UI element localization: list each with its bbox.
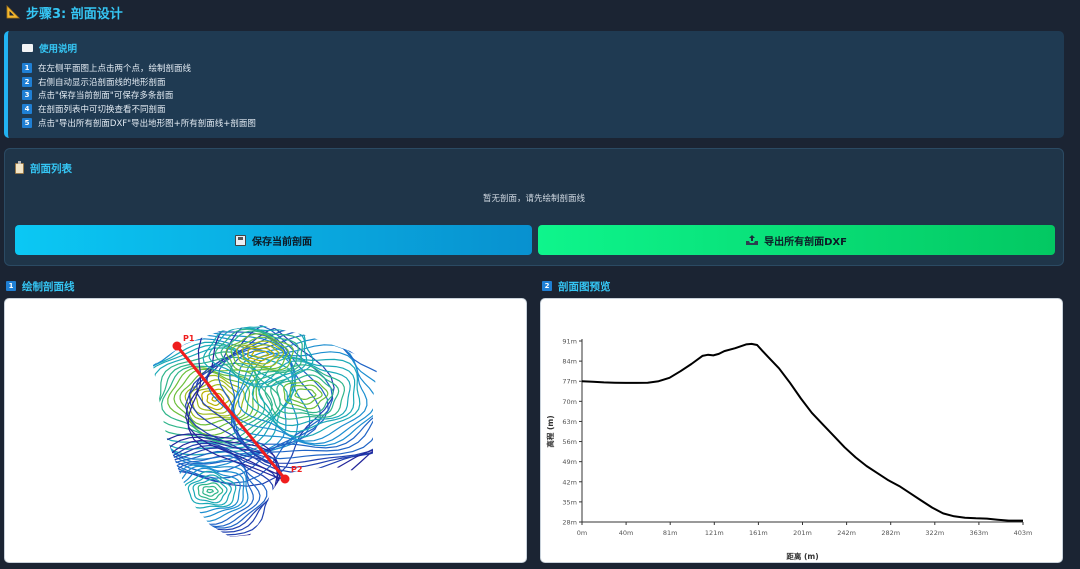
number-4-icon: 4: [22, 103, 32, 114]
x-tick-label: 121m: [705, 529, 724, 537]
contour-line: [173, 465, 245, 518]
x-tick-label: 322m: [925, 529, 944, 537]
y-tick-label: 56m: [562, 438, 577, 446]
contour-lines: [153, 325, 377, 537]
number-3-icon: 3: [22, 90, 32, 101]
point-p2-label: P2: [291, 465, 302, 474]
y-axis-label: 高程 (m): [545, 415, 555, 447]
page-title: 步骤3: 剖面设计: [26, 6, 123, 22]
instructions-title: 使用说明: [39, 44, 78, 55]
y-tick-label: 84m: [562, 358, 577, 366]
x-tick-label: 242m: [837, 529, 856, 537]
y-tick-label: 49m: [562, 458, 577, 466]
number-1-icon: 1: [6, 281, 16, 291]
y-tick-label: 35m: [562, 498, 577, 506]
x-tick-label: 201m: [793, 529, 812, 537]
x-tick-label: 161m: [749, 529, 768, 537]
point-p2-marker[interactable]: [280, 474, 290, 484]
draw-section-title: 绘制剖面线: [22, 280, 75, 293]
instruction-item: 3 点击"保存当前剖面"可保存多条剖面: [22, 88, 1050, 102]
profile-list-title: 剖面列表: [30, 163, 72, 175]
y-tick-label: 63m: [562, 418, 577, 426]
contour-line: [188, 325, 377, 469]
number-2-icon: 2: [22, 76, 32, 87]
profile-series-line: [581, 342, 1023, 522]
profile-chart-card: 28m 35m 42m 49m 56m 63m 70m 77m 84m 91m 0m 40m 81m 12…: [540, 298, 1063, 563]
instruction-text: 点击"保存当前剖面"可保存多条剖面: [38, 91, 174, 102]
x-tick-label: 282m: [881, 529, 900, 537]
y-tick-label: 91m: [562, 338, 577, 346]
save-profile-button[interactable]: 保存当前剖面: [15, 225, 532, 255]
number-1-icon: 1: [22, 62, 32, 73]
instruction-text: 右侧自动显示沿剖面线的地形剖面: [38, 77, 166, 88]
point-p1-marker[interactable]: [172, 341, 182, 351]
book-icon: [22, 44, 33, 52]
preview-section-header: 2 剖面图预览: [542, 279, 611, 293]
floppy-disk-icon: [235, 234, 246, 246]
y-tick-label: 77m: [562, 378, 577, 386]
instruction-item: 5 点击"导出所有剖面DXF"导出地形图+所有剖面线+剖面图: [22, 116, 1050, 130]
x-tick-label: 0m: [577, 529, 587, 537]
x-tick-label: 40m: [619, 529, 634, 537]
save-profile-label: 保存当前剖面: [252, 236, 312, 248]
contour-line: [251, 350, 270, 358]
ruler-triangle-icon: [6, 5, 20, 19]
number-5-icon: 5: [22, 117, 32, 128]
contour-line: [197, 482, 224, 501]
y-tick-label: 28m: [562, 519, 577, 527]
contour-map[interactable]: P1 P2: [5, 299, 527, 563]
outbox-tray-icon: [746, 235, 759, 245]
point-p1-label: P1: [183, 334, 195, 343]
x-tick-label: 403m: [1014, 529, 1033, 537]
y-tick-label: 70m: [562, 398, 577, 406]
x-tick-label: 81m: [663, 529, 678, 537]
y-tick-label: 42m: [562, 478, 577, 486]
x-tick-label: 363m: [970, 529, 989, 537]
instruction-text: 在左侧平面图上点击两个点，绘制剖面线: [38, 63, 192, 74]
contour-line: [206, 488, 214, 494]
empty-state-text: 暂无剖面，请先绘制剖面线: [482, 194, 585, 204]
instruction-item: 1 在左侧平面图上点击两个点，绘制剖面线: [22, 61, 1050, 75]
instruction-item: 2 右侧自动显示沿剖面线的地形剖面: [22, 75, 1050, 89]
profile-list-panel: 剖面列表 暂无剖面，请先绘制剖面线 保存当前剖面 导出所有剖面DXF: [4, 148, 1064, 266]
number-2-icon: 2: [542, 281, 552, 291]
plan-map-canvas[interactable]: P1 P2: [4, 298, 527, 563]
instructions-panel: 使用说明 1 在左侧平面图上点击两个点，绘制剖面线 2 右侧自动显示沿剖面线的地…: [4, 31, 1064, 138]
export-dxf-label: 导出所有剖面DXF: [764, 236, 847, 248]
draw-section-header: 1 绘制剖面线: [6, 279, 75, 293]
instruction-item: 4 在剖面列表中可切换查看不同剖面: [22, 102, 1050, 116]
instruction-text: 在剖面列表中可切换查看不同剖面: [38, 104, 166, 115]
contour-line: [202, 485, 219, 497]
page-header: 步骤3: 剖面设计: [6, 2, 123, 22]
preview-section-title: 剖面图预览: [558, 280, 611, 293]
x-axis-label: 距离 (m): [786, 551, 818, 561]
instructions-list: 1 在左侧平面图上点击两个点，绘制剖面线 2 右侧自动显示沿剖面线的地形剖面 3…: [22, 61, 1050, 129]
profile-chart: 28m 35m 42m 49m 56m 63m 70m 77m 84m 91m 0m 40m 81m 12…: [545, 338, 1033, 562]
clipboard-icon: [15, 161, 24, 174]
instruction-text: 点击"导出所有剖面DXF"导出地形图+所有剖面线+剖面图: [38, 118, 256, 129]
export-dxf-button[interactable]: 导出所有剖面DXF: [538, 225, 1055, 255]
